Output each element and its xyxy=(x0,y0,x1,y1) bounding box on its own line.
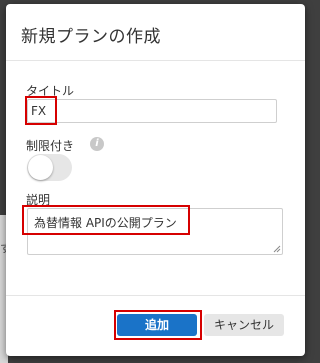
cancel-button[interactable]: キャンセル xyxy=(204,314,284,336)
limit-label: 制限付き xyxy=(26,139,75,153)
footer-divider xyxy=(6,295,305,296)
create-plan-dialog: 新規プランの作成 タイトル FX 制限付き i 説明 為替情報 APIの公開プラ… xyxy=(6,4,305,356)
dialog-title: 新規プランの作成 xyxy=(21,27,161,47)
description-highlight xyxy=(22,205,190,235)
resize-grip-icon[interactable] xyxy=(273,245,281,253)
header-divider xyxy=(6,60,305,61)
title-highlight xyxy=(25,96,57,125)
toggle-knob xyxy=(28,155,53,180)
add-highlight xyxy=(114,310,202,340)
limit-toggle[interactable] xyxy=(27,154,72,181)
title-input[interactable]: FX xyxy=(27,99,277,123)
info-icon[interactable]: i xyxy=(90,137,104,151)
